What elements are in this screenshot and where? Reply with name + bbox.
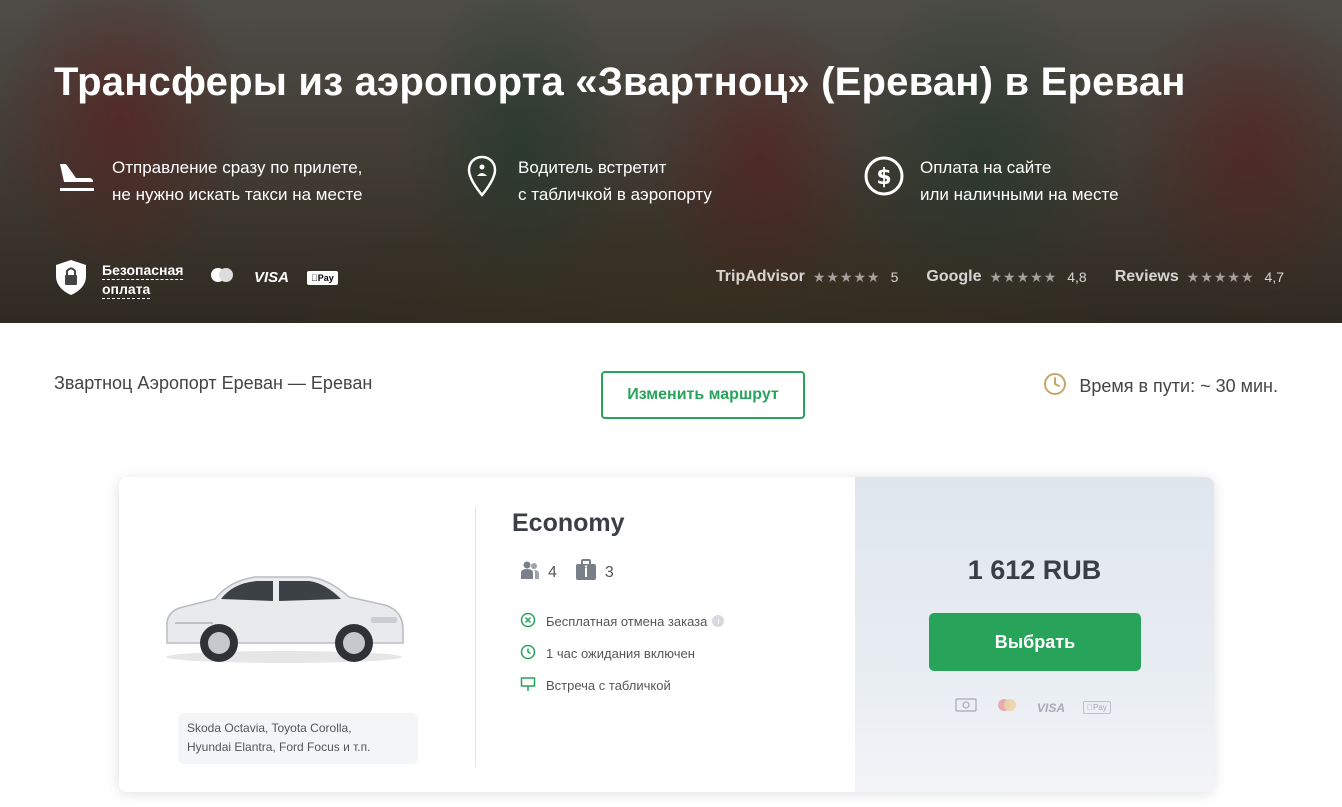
rating-source: TripAdvisor	[715, 268, 805, 285]
ratings: TripAdvisor ★★★★★ 5 Google ★★★★★ 4,8 Rev…	[716, 268, 1284, 286]
page-title: Трансферы из аэропорта «Звартноц» (Ерева…	[54, 60, 1186, 104]
location-pin-icon	[460, 154, 504, 198]
change-route-button[interactable]: Изменить маршрут	[601, 371, 805, 419]
rating-tripadvisor: TripAdvisor ★★★★★ 5	[716, 268, 898, 286]
hero-banner: Трансферы из аэропорта «Звартноц» (Ерева…	[0, 0, 1342, 323]
rating-source: Reviews	[1114, 268, 1179, 285]
cancel-circle-icon	[520, 612, 546, 631]
car-models-line: Hyundai Elantra, Ford Focus и т.п.	[187, 740, 371, 754]
accepted-payments: VISA Pay	[955, 697, 1111, 718]
perk-waiting-time: 1 час ожидания включен	[520, 637, 724, 669]
luggage-icon	[575, 559, 605, 586]
passenger-capacity: 4	[520, 560, 557, 585]
perk-text: Бесплатная отмена заказа	[546, 613, 708, 629]
rating-value: 4,7	[1264, 269, 1284, 285]
perks-list: Бесплатная отмена заказа i 1 час ожидани…	[520, 605, 725, 701]
star-icons: ★★★★★	[989, 268, 1058, 285]
route-description: Звартноц Аэропорт Ереван — Ереван	[54, 373, 373, 393]
capacity: 4 3	[520, 559, 632, 586]
perk-name-sign: Встреча с табличкой	[520, 669, 724, 701]
info-icon[interactable]: i	[712, 615, 725, 627]
payment-methods: VISA Pay	[208, 266, 338, 289]
car-models: Skoda Octavia, Toyota Corolla, Hyundai E…	[178, 713, 418, 764]
apple-pay-text: Pay	[311, 272, 334, 283]
star-icons: ★★★★★	[812, 268, 881, 285]
divider	[475, 507, 476, 767]
feature-instant-departure: Отправление сразу по прилете, не нужно и…	[54, 154, 363, 208]
plane-landing-icon	[54, 154, 98, 198]
apple-pay-text: Pay	[1087, 703, 1107, 712]
clock-icon	[520, 644, 546, 663]
car-models-line: Skoda Octavia, Toyota Corolla,	[187, 721, 352, 735]
feature-line: Оплата на сайте	[920, 158, 1052, 177]
visa-icon: VISA	[254, 269, 290, 286]
offer-card-economy: Skoda Octavia, Toyota Corolla, Hyundai E…	[119, 477, 1214, 792]
perk-text: Встреча с табличкой	[546, 677, 671, 693]
feature-line: Водитель встретит	[518, 158, 667, 177]
perk-text: 1 час ожидания включен	[546, 645, 695, 661]
rating-source: Google	[926, 268, 982, 285]
rating-reviews: Reviews ★★★★★ 4,7	[1115, 268, 1284, 286]
price-panel: 1 612 RUB Выбрать VISA Pay	[855, 477, 1214, 792]
perk-free-cancellation: Бесплатная отмена заказа i	[520, 605, 725, 637]
dollar-coin-icon: $	[862, 154, 906, 198]
travel-time: Время в пути: ~ 30 мин.	[1043, 372, 1278, 401]
visa-icon: VISA	[1037, 700, 1066, 715]
car-image	[159, 567, 409, 672]
feature-payment: $ Оплата на сайте или наличными на месте	[862, 154, 1119, 208]
rating-value: 4,8	[1067, 269, 1087, 285]
secure-payment[interactable]: Безопасная оплата	[54, 258, 184, 301]
mastercard-icon	[208, 266, 236, 289]
passengers-count: 4	[548, 563, 557, 581]
cash-icon	[955, 697, 977, 718]
apple-pay-icon: Pay	[307, 270, 338, 285]
luggage-capacity: 3	[575, 559, 614, 586]
lock-shield-icon	[54, 258, 88, 301]
travel-time-text: Время в пути: ~ 30 мин.	[1079, 376, 1278, 396]
rating-value: 5	[890, 269, 899, 285]
feature-line: с табличкой в аэропорту	[518, 185, 712, 204]
vehicle-class: Economy	[512, 509, 625, 537]
luggage-count: 3	[604, 563, 614, 581]
mastercard-icon	[995, 697, 1019, 718]
secure-payment-link[interactable]: Безопасная	[102, 261, 184, 280]
feature-line: не нужно искать такси на месте	[112, 185, 363, 204]
feature-line: Отправление сразу по прилете,	[112, 158, 363, 177]
star-icons: ★★★★★	[1186, 268, 1255, 285]
select-button[interactable]: Выбрать	[929, 613, 1141, 671]
secure-payment-link[interactable]: оплата	[102, 280, 151, 299]
apple-pay-icon: Pay	[1083, 701, 1111, 714]
svg-text:$: $	[876, 165, 891, 190]
price: 1 612 RUB	[967, 555, 1102, 585]
rating-google: Google ★★★★★ 4,8	[926, 268, 1086, 286]
feature-driver-meet: Водитель встретит с табличкой в аэропорт…	[460, 154, 712, 208]
sign-board-icon	[520, 676, 546, 695]
clock-icon	[1043, 372, 1067, 401]
feature-line: или наличными на месте	[920, 185, 1119, 204]
passengers-icon	[520, 560, 548, 585]
